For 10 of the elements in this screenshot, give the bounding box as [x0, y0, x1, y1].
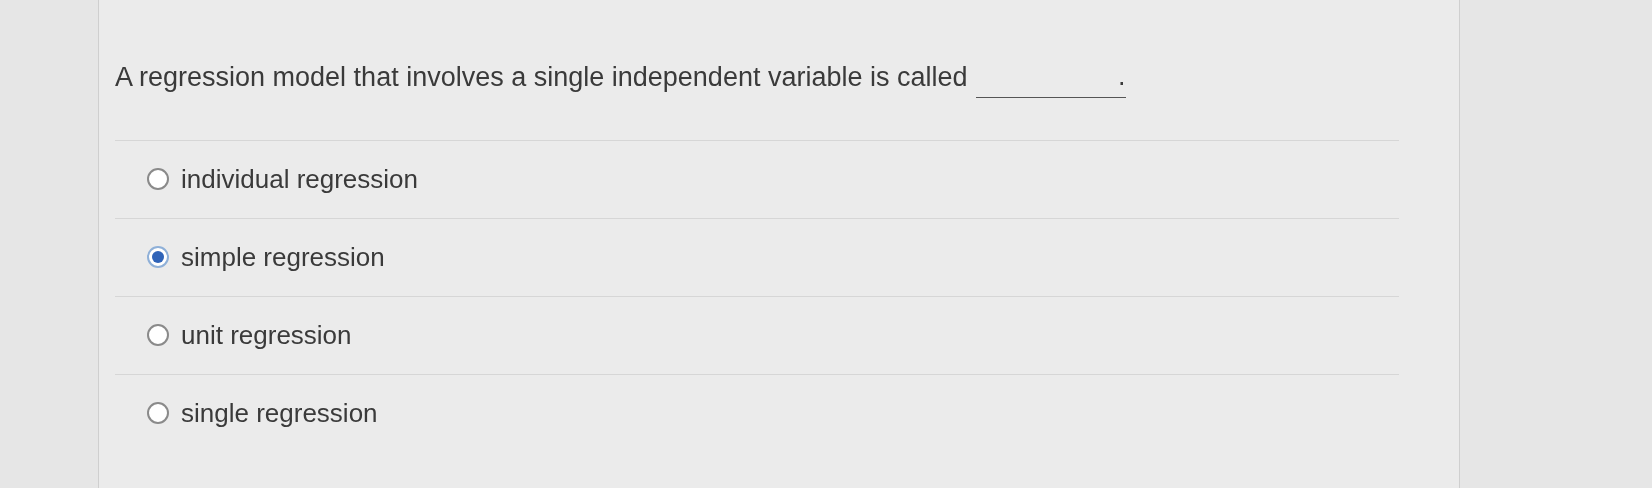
question-text: A regression model that involves a single independent variable is called: [115, 61, 968, 94]
option-label: unit regression: [181, 318, 352, 352]
option-label: individual regression: [181, 162, 419, 196]
option-label: single regression: [181, 396, 378, 430]
radio-button[interactable]: [147, 168, 169, 190]
option-label: simple regression: [181, 240, 385, 274]
radio-button[interactable]: [147, 402, 169, 424]
fill-in-line: .: [975, 56, 1126, 98]
radio-button[interactable]: [147, 246, 169, 268]
radio-button[interactable]: [147, 324, 169, 346]
